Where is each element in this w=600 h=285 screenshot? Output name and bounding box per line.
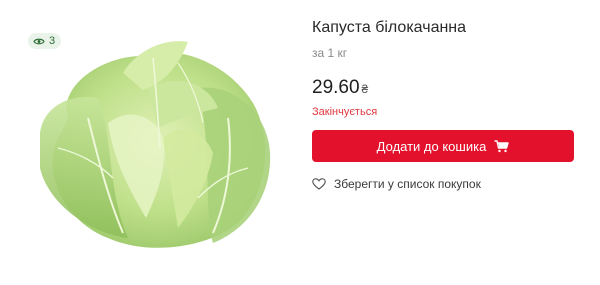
product-unit: за 1 кг: [312, 46, 348, 60]
stock-status: Закінчується: [312, 106, 378, 118]
cart-icon: [494, 139, 510, 152]
save-to-shopping-list-link[interactable]: Зберегти у список покупок: [312, 177, 481, 191]
add-to-cart-button[interactable]: Додати до кошика: [312, 130, 574, 162]
add-to-cart-label: Додати до кошика: [376, 138, 487, 154]
wishlist-label: Зберегти у список покупок: [334, 177, 481, 191]
product-title: Капуста білокачанна: [312, 19, 467, 36]
price-value: 29.60: [312, 77, 360, 98]
currency-symbol: ₴: [361, 82, 369, 96]
heart-icon: [312, 178, 326, 190]
product-price: 29.60 ₴: [312, 77, 368, 99]
cabbage-image: [40, 41, 271, 248]
